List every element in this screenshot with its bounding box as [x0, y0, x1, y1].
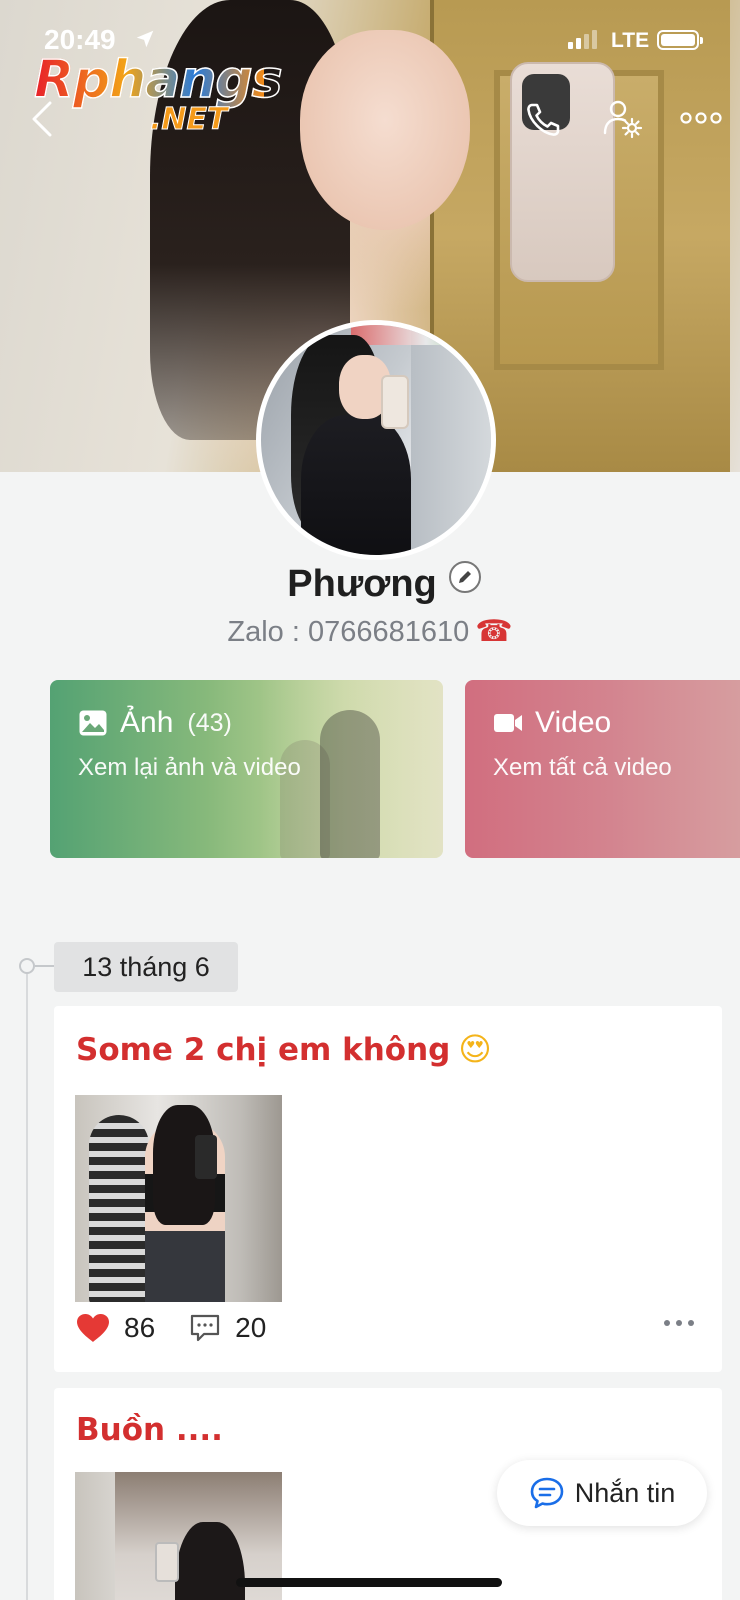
- profile-name-row: Phương: [0, 556, 740, 612]
- video-camera-icon: [494, 714, 522, 732]
- edit-name-button[interactable]: [448, 561, 481, 593]
- profile-bio: Zalo : 0766681610 ☎: [0, 614, 740, 649]
- comment-count: 20: [235, 1312, 267, 1343]
- photos-card[interactable]: Ảnh (43) Xem lại ảnh và video: [50, 680, 443, 858]
- network-type: LTE: [611, 29, 650, 52]
- post-title-text: Buồn ....: [76, 1412, 223, 1448]
- profile-settings-button[interactable]: [598, 96, 648, 142]
- back-button[interactable]: [22, 96, 62, 142]
- photos-card-subtitle: Xem lại ảnh và video: [78, 754, 301, 781]
- chat-bubble-icon: [530, 1477, 564, 1509]
- signal-icon: [568, 30, 597, 49]
- cover-phone: [510, 62, 615, 282]
- videos-card-title: Video: [535, 706, 612, 739]
- timeline-dot: [19, 958, 35, 974]
- heart-icon: [77, 1314, 109, 1342]
- pencil-icon: [458, 571, 471, 583]
- timeline-line: [26, 966, 28, 1600]
- more-button[interactable]: [676, 100, 726, 136]
- post-photo[interactable]: [75, 1095, 282, 1302]
- logo-word: Rphangs: [33, 50, 283, 110]
- image-icon: [79, 710, 107, 736]
- videos-card-subtitle: Xem tất cả video: [493, 754, 672, 781]
- post-title-text: Some 2 chị em không: [76, 1032, 451, 1068]
- comment-icon: [191, 1314, 220, 1342]
- heart-eyes-emoji: 😍: [458, 1030, 492, 1068]
- photos-count: (43): [187, 708, 232, 737]
- logo-suffix: .NET: [149, 102, 228, 138]
- more-horizontal-icon: [680, 112, 722, 124]
- profile-name: Phương: [287, 562, 437, 605]
- like-count: 86: [124, 1312, 156, 1343]
- home-indicator[interactable]: [236, 1578, 502, 1587]
- post-title: Some 2 chị em không 😍: [76, 1030, 492, 1068]
- call-button[interactable]: [520, 96, 568, 142]
- send-message-button[interactable]: Nhắn tin: [497, 1460, 707, 1526]
- user-settings-icon: [603, 100, 643, 139]
- videos-card[interactable]: Video Xem tất cả video: [465, 680, 740, 858]
- photos-card-title: Ảnh: [120, 706, 174, 739]
- telephone-icon: ☎: [475, 615, 513, 648]
- post-title: Buồn ....: [76, 1412, 223, 1448]
- photos-card-header: Ảnh (43): [78, 706, 232, 740]
- bio-text: Zalo : 0766681610: [227, 616, 470, 648]
- battery-icon: [657, 30, 703, 50]
- chevron-left-icon: [32, 101, 52, 137]
- post-actions: 86 20: [76, 1312, 300, 1344]
- send-message-label: Nhắn tin: [574, 1477, 676, 1508]
- phone-icon: [527, 103, 560, 136]
- timeline-post[interactable]: Some 2 chị em không 😍 86 20: [54, 1006, 722, 1372]
- videos-card-header: Video: [493, 706, 611, 740]
- post-more-icon[interactable]: [664, 1320, 694, 1326]
- like-button[interactable]: 86: [76, 1312, 155, 1344]
- comment-button[interactable]: 20: [189, 1312, 266, 1344]
- timeline-connector: [35, 965, 55, 967]
- avatar[interactable]: [256, 320, 496, 560]
- timeline-date: 13 tháng 6: [54, 942, 238, 992]
- watermark-logo: Rphangs .NET: [33, 50, 283, 142]
